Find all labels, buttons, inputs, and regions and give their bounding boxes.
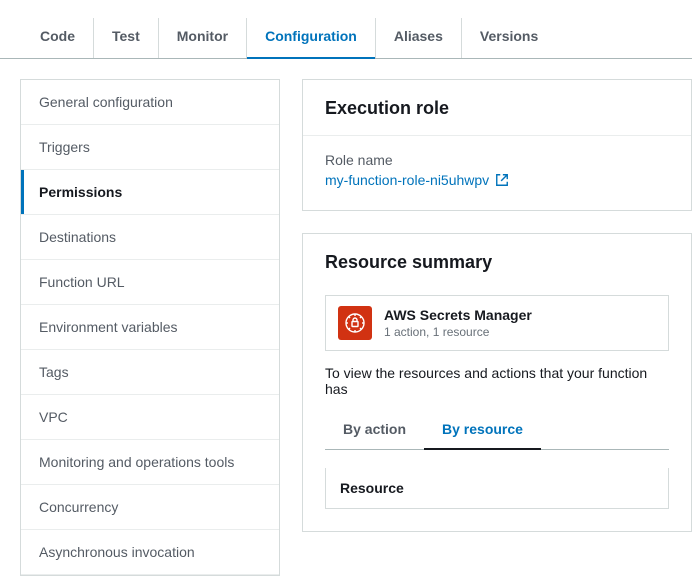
content-area: Execution role Role name my-function-rol… [280, 79, 692, 576]
resource-summary-title: Resource summary [303, 234, 691, 289]
sidebar-item-label: VPC [39, 409, 68, 425]
service-card[interactable]: AWS Secrets Manager 1 action, 1 resource [325, 295, 669, 351]
service-name: AWS Secrets Manager [384, 307, 532, 323]
tab-label: Monitor [177, 28, 228, 44]
sidebar-item-label: Destinations [39, 229, 116, 245]
tab-label: Configuration [265, 28, 357, 44]
sidebar-item-permissions[interactable]: Permissions [21, 170, 279, 215]
sidebar-item-environment-variables[interactable]: Environment variables [21, 305, 279, 350]
main-area: General configuration Triggers Permissio… [0, 59, 692, 576]
sidebar-item-vpc[interactable]: VPC [21, 395, 279, 440]
resource-table-header: Resource [325, 468, 669, 509]
tab-label: Versions [480, 28, 538, 44]
sidebar-item-monitoring-operations-tools[interactable]: Monitoring and operations tools [21, 440, 279, 485]
tab-monitor[interactable]: Monitor [159, 18, 247, 58]
sidebar-item-label: Monitoring and operations tools [39, 454, 234, 470]
sidebar-item-label: Tags [39, 364, 69, 380]
sidebar-item-concurrency[interactable]: Concurrency [21, 485, 279, 530]
tab-label: Code [40, 28, 75, 44]
resource-summary-panel: Resource summary [302, 233, 692, 532]
execution-role-title: Execution role [303, 80, 691, 135]
sidebar-item-label: Concurrency [39, 499, 118, 515]
secrets-manager-icon [338, 306, 372, 340]
sidebar-item-label: Environment variables [39, 319, 178, 335]
sub-tab-by-action[interactable]: By action [325, 411, 424, 449]
sub-tab-by-resource[interactable]: By resource [424, 411, 541, 449]
sidebar-item-asynchronous-invocation[interactable]: Asynchronous invocation [21, 530, 279, 575]
sidebar-item-general-configuration[interactable]: General configuration [21, 80, 279, 125]
external-link-icon [495, 173, 509, 187]
sub-tab-label: By action [343, 421, 406, 437]
config-sidebar: General configuration Triggers Permissio… [20, 79, 280, 576]
sidebar-item-function-url[interactable]: Function URL [21, 260, 279, 305]
tab-label: Test [112, 28, 140, 44]
role-name-link[interactable]: my-function-role-ni5uhwpv [325, 172, 669, 188]
tab-aliases[interactable]: Aliases [376, 18, 462, 58]
tab-code[interactable]: Code [20, 18, 94, 58]
tab-test[interactable]: Test [94, 18, 159, 58]
sub-tab-label: By resource [442, 421, 523, 437]
resource-summary-description: To view the resources and actions that y… [325, 365, 669, 397]
sidebar-item-label: General configuration [39, 94, 173, 110]
tab-configuration[interactable]: Configuration [247, 18, 376, 58]
tab-versions[interactable]: Versions [462, 18, 556, 58]
sidebar-item-label: Triggers [39, 139, 90, 155]
sidebar-item-tags[interactable]: Tags [21, 350, 279, 395]
role-link-text: my-function-role-ni5uhwpv [325, 172, 489, 188]
resource-sub-tabs: By action By resource [325, 411, 669, 450]
role-name-label: Role name [325, 152, 669, 168]
top-tabs: Code Test Monitor Configuration Aliases … [0, 0, 692, 59]
sidebar-item-label: Asynchronous invocation [39, 544, 195, 560]
sidebar-item-destinations[interactable]: Destinations [21, 215, 279, 260]
execution-role-panel: Execution role Role name my-function-rol… [302, 79, 692, 211]
service-meta: 1 action, 1 resource [384, 325, 532, 339]
sidebar-item-triggers[interactable]: Triggers [21, 125, 279, 170]
sidebar-item-label: Permissions [39, 184, 122, 200]
sidebar-item-label: Function URL [39, 274, 125, 290]
tab-label: Aliases [394, 28, 443, 44]
